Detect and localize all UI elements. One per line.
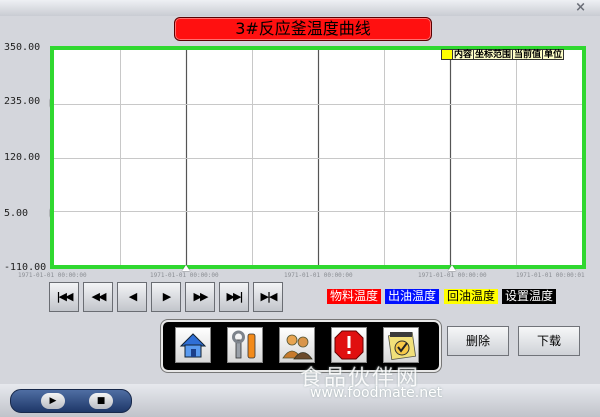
series-tag-outlet[interactable]: 出油温度 bbox=[385, 289, 440, 304]
fast-forward-button[interactable]: ▶▶ bbox=[185, 282, 215, 312]
home-button[interactable] bbox=[175, 327, 211, 363]
last-button[interactable]: ▶▶| bbox=[219, 282, 249, 312]
play-icon[interactable]: ▶ bbox=[41, 393, 65, 409]
step-back-button[interactable]: ◀ bbox=[117, 282, 147, 312]
end-button[interactable]: ▶|◀ bbox=[253, 282, 283, 312]
x-tick-label: 1971-01-01 00:00:01 bbox=[516, 272, 585, 279]
chart-plot-area bbox=[50, 46, 586, 269]
watermark-url: www.foodmate.net bbox=[310, 385, 443, 401]
alarm-button[interactable] bbox=[331, 327, 367, 363]
y-tick-label: 120.00 bbox=[4, 152, 41, 163]
legend-header: 坐标范围 bbox=[474, 49, 514, 60]
x-tick-label: 1971-01-01 00:00:00 bbox=[284, 272, 353, 279]
download-button[interactable]: 下载 bbox=[518, 326, 580, 356]
y-tick-label: 5.00 bbox=[4, 208, 29, 219]
series-tag-return[interactable]: 回油温度 bbox=[444, 289, 499, 304]
legend-header: 内容 bbox=[453, 49, 475, 60]
home-icon bbox=[179, 333, 207, 358]
series-tag-material[interactable]: 物料温度 bbox=[327, 289, 382, 304]
x-cursor-marker[interactable] bbox=[182, 265, 190, 271]
window-top-bar: × bbox=[0, 0, 600, 16]
close-icon[interactable]: × bbox=[575, 0, 586, 15]
delete-button[interactable]: 删除 bbox=[447, 326, 509, 356]
main-window: × 3#反应釜温度曲线 350.00 235.00 120.00 5.00 -1… bbox=[0, 0, 600, 417]
legend-swatch bbox=[441, 49, 453, 60]
web-button[interactable] bbox=[383, 327, 419, 363]
first-button[interactable]: |◀◀ bbox=[49, 282, 79, 312]
settings-button[interactable] bbox=[227, 327, 263, 363]
y-tick-label: 235.00 bbox=[4, 96, 41, 107]
x-tick-label: 1971-01-01 00:00:00 bbox=[18, 272, 87, 279]
fast-back-button[interactable]: ◀◀ bbox=[83, 282, 113, 312]
legend-header: 当前值 bbox=[513, 49, 544, 60]
stop-icon[interactable]: ■ bbox=[89, 393, 113, 409]
chart-grid bbox=[54, 50, 582, 265]
users-icon bbox=[282, 334, 313, 360]
x-cursor-marker[interactable] bbox=[448, 265, 456, 271]
series-tag-setpoint[interactable]: 设置温度 bbox=[502, 289, 557, 304]
users-button[interactable] bbox=[279, 327, 315, 363]
legend-header: 单位 bbox=[543, 49, 565, 60]
y-tick-label: 350.00 bbox=[4, 42, 41, 53]
web-icon bbox=[387, 331, 417, 361]
media-player: ▶ ■ bbox=[10, 389, 132, 413]
x-tick-label: 1971-01-01 00:00:00 bbox=[150, 272, 219, 279]
wrench-icon bbox=[232, 330, 256, 359]
x-tick-label: 1971-01-01 00:00:00 bbox=[418, 272, 487, 279]
alarm-icon bbox=[334, 330, 364, 360]
page-title: 3#反应釜温度曲线 bbox=[174, 17, 432, 41]
chart-legend: 内容 坐标范围 当前值 单位 bbox=[441, 49, 565, 60]
step-forward-button[interactable]: ▶ bbox=[151, 282, 181, 312]
